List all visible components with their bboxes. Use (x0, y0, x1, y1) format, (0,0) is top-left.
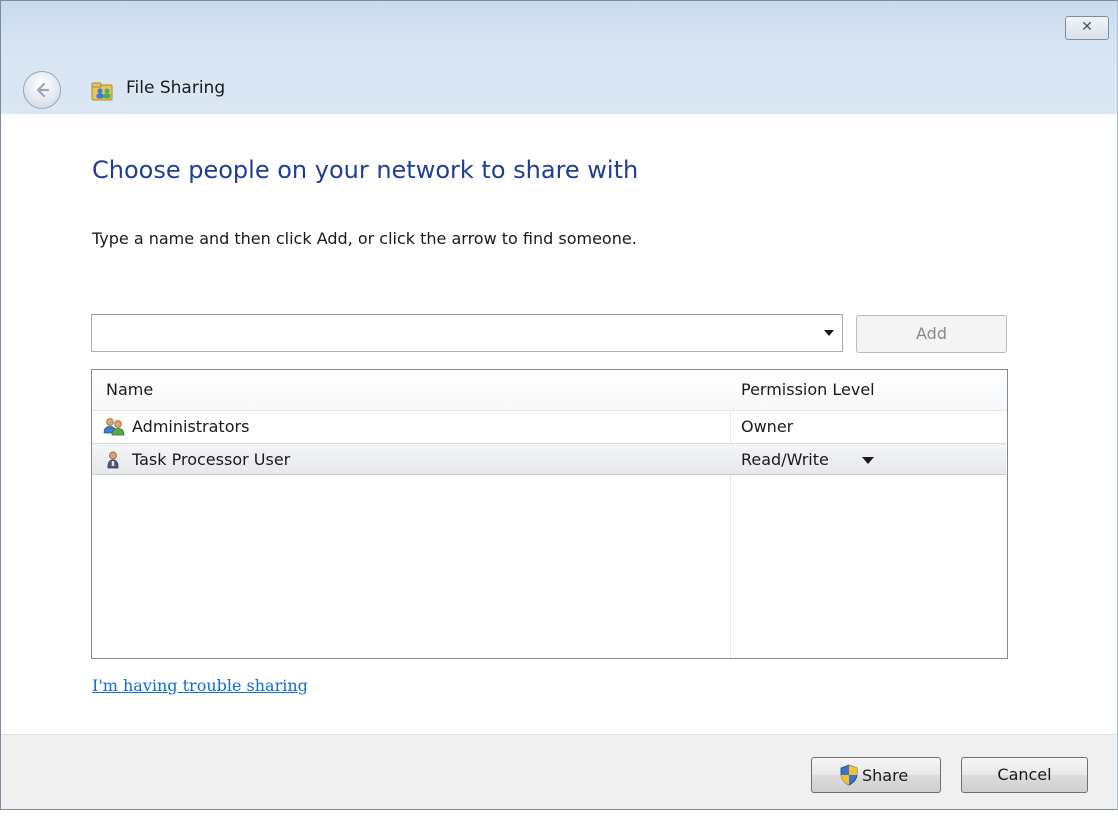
close-icon: ✕ (1081, 19, 1093, 35)
share-label: Share (862, 766, 909, 785)
add-button[interactable]: Add (856, 315, 1007, 353)
permission-dropdown[interactable]: Read/Write (741, 450, 829, 469)
name-input[interactable] (98, 324, 798, 344)
instruction-text: Type a name and then click Add, or click… (92, 229, 637, 248)
file-sharing-icon (91, 79, 115, 101)
name-combobox[interactable] (91, 314, 843, 352)
cancel-button[interactable]: Cancel (961, 757, 1088, 793)
back-button[interactable] (23, 71, 61, 109)
row-name: Administrators (132, 417, 250, 436)
title-bar: ✕ File Sharing (1, 1, 1117, 114)
column-header-permission[interactable]: Permission Level (741, 380, 875, 399)
row-permission: Owner (741, 417, 794, 436)
permission-list: Name Permission Level Administrators Own… (91, 369, 1008, 659)
list-item-task-processor-user[interactable]: Task Processor User Read/Write (92, 443, 1006, 475)
column-header-name[interactable]: Name (106, 380, 153, 399)
close-button[interactable]: ✕ (1065, 16, 1109, 40)
uac-shield-icon (839, 764, 859, 786)
dialog-footer: Share Cancel (1, 734, 1117, 809)
back-arrow-icon (36, 82, 50, 98)
trouble-sharing-link[interactable]: I'm having trouble sharing (92, 676, 308, 695)
file-sharing-window: ✕ File Sharing Choose people on your net… (0, 0, 1118, 810)
page-heading: Choose people on your network to share w… (92, 156, 639, 184)
list-header: Name Permission Level (92, 370, 1007, 411)
row-name: Task Processor User (132, 450, 291, 469)
dropdown-arrow-icon[interactable] (824, 330, 834, 336)
user-icon (103, 450, 123, 470)
chevron-down-icon[interactable] (862, 457, 874, 464)
group-icon (103, 417, 125, 437)
window-title: File Sharing (126, 78, 226, 98)
content-area: Choose people on your network to share w… (1, 114, 1117, 734)
list-item-administrators[interactable]: Administrators Owner (92, 411, 1006, 443)
share-button[interactable]: Share (811, 757, 941, 793)
